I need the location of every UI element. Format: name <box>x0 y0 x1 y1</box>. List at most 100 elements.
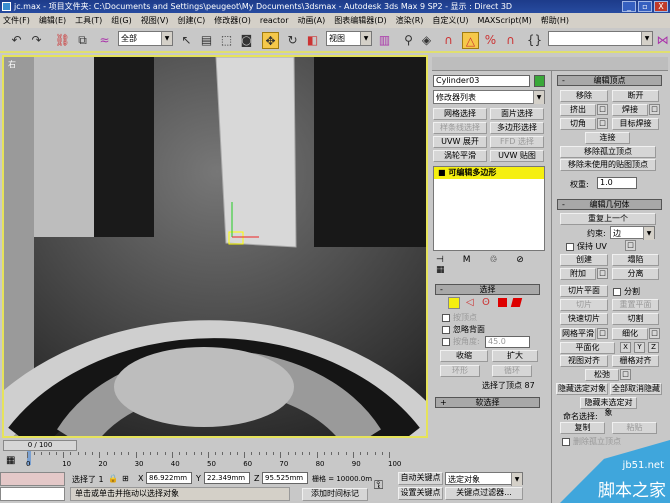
soft-selection-rollout[interactable]: + 软选择 <box>435 397 540 408</box>
maxscript-listener-mini[interactable] <box>0 472 65 486</box>
object-color-swatch[interactable] <box>534 75 545 87</box>
viewport-right[interactable]: 右 <box>2 55 428 438</box>
angle-field[interactable]: 45.0 <box>485 336 530 348</box>
time-slider[interactable]: 0 / 100 <box>3 440 77 451</box>
grow-button[interactable]: 扩大 <box>492 350 538 362</box>
loop-button[interactable]: 循环 <box>492 365 532 377</box>
maxscript-output-mini[interactable] <box>0 487 65 501</box>
menu-help[interactable]: 帮助(H) <box>541 13 569 28</box>
unhide-all-button[interactable]: 全部取消隐藏 <box>610 383 662 395</box>
remove-isolated-vertices-button[interactable]: 移除孤立顶点 <box>560 146 656 158</box>
weight-field[interactable]: 1.0 <box>597 177 637 189</box>
repeat-last-button[interactable]: 重复上一个 <box>560 213 656 225</box>
absolute-mode-icon[interactable]: ⊞ <box>122 474 129 483</box>
make-planar-button[interactable]: 平面化 <box>560 342 615 354</box>
viewport-label[interactable]: 右 <box>8 59 16 70</box>
auto-key-button[interactable]: 自动关键点 <box>398 472 443 485</box>
vertex-mode-icon[interactable] <box>448 297 460 309</box>
edit-vertices-rollout[interactable]: - 编辑顶点 <box>557 75 662 86</box>
uvw-unwrap-button[interactable]: UVW 展开 <box>433 136 487 148</box>
x-coord-field[interactable]: 86.922mm <box>146 472 192 484</box>
lock-icon[interactable]: 🔒 <box>108 474 118 483</box>
attach-button[interactable]: 附加 <box>560 268 596 280</box>
weld-button[interactable]: 焊接 <box>612 104 648 116</box>
select-manipulate-icon[interactable]: ⚲ <box>400 32 417 49</box>
selection-rollout[interactable]: - 选择 <box>435 284 540 295</box>
menu-reactor[interactable]: reactor <box>260 13 289 28</box>
poly-select-button[interactable]: 多边形选择 <box>490 122 544 134</box>
menu-modifiers[interactable]: 修改器(O) <box>214 13 251 28</box>
y-coord-field[interactable]: 22.349mm <box>204 472 250 484</box>
object-name-field[interactable]: Cylinder03 <box>433 75 530 87</box>
cut-button[interactable]: 切割 <box>612 313 659 325</box>
planar-y-button[interactable]: Y <box>634 342 645 353</box>
pivot-center-icon[interactable]: ▥ <box>376 32 393 49</box>
key-mode-dropdown[interactable]: 选定对象 ▼ <box>445 472 523 486</box>
close-button[interactable]: X <box>654 1 668 12</box>
extrude-button[interactable]: 挤出 <box>560 104 596 116</box>
mirror-icon[interactable]: ⋈ <box>654 32 670 49</box>
ffd-select-button[interactable]: FFD 选择 <box>490 136 544 148</box>
keyboard-shortcut-icon[interactable]: ◈ <box>418 32 435 49</box>
stack-item-editable-poly[interactable]: ■ 可编辑多边形 <box>434 167 544 179</box>
ring-button[interactable]: 环形 <box>440 365 480 377</box>
menu-maxscript[interactable]: MAXScript(M) <box>478 13 532 28</box>
selection-filter-dropdown[interactable]: 全部 ▼ <box>118 31 173 46</box>
menu-file[interactable]: 文件(F) <box>3 13 30 28</box>
menu-create[interactable]: 创建(C) <box>177 13 205 28</box>
delete-isolated-checkbox[interactable]: 删除孤立顶点 <box>562 436 621 447</box>
maximize-button[interactable]: ▫ <box>638 1 652 12</box>
by-vertex-checkbox[interactable]: 按顶点 <box>442 312 477 323</box>
edge-mode-icon[interactable]: ◁ <box>466 297 474 308</box>
reset-plane-button[interactable]: 重置平面 <box>612 299 659 311</box>
spinner-snap-icon[interactable]: ∩ <box>502 32 519 49</box>
angle-snap-icon[interactable]: △ <box>462 32 479 49</box>
split-checkbox[interactable]: 分割 <box>613 286 640 297</box>
slice-button[interactable]: 切片 <box>560 299 608 311</box>
select-object-icon[interactable]: ↖ <box>178 32 195 49</box>
hide-selected-button[interactable]: 隐藏选定对象 <box>556 383 608 395</box>
tessellate-button[interactable]: 细化 <box>612 328 648 340</box>
view-align-button[interactable]: 视图对齐 <box>560 355 608 367</box>
break-button[interactable]: 断开 <box>612 90 659 102</box>
rect-selection-icon[interactable]: ⬚ <box>218 32 235 49</box>
link-icon[interactable]: ⛓ <box>54 32 71 49</box>
menu-edit[interactable]: 编辑(E) <box>39 13 66 28</box>
scale-icon[interactable]: ◧ <box>304 32 321 49</box>
polygon-mode-icon[interactable] <box>498 298 507 307</box>
chamfer-settings-icon[interactable]: □ <box>597 118 608 129</box>
relax-settings-icon[interactable]: □ <box>620 369 631 380</box>
collapse-button[interactable]: 塌陷 <box>612 254 659 266</box>
z-coord-field[interactable]: 95.525mm <box>262 472 308 484</box>
spline-select-button[interactable]: 样条线选择 <box>433 122 487 134</box>
patch-select-button[interactable]: 面片选择 <box>490 108 544 120</box>
grid-align-button[interactable]: 栅格对齐 <box>612 355 659 367</box>
detach-button[interactable]: 分离 <box>612 268 659 280</box>
key-filters-button[interactable]: 关键点过滤器... <box>445 487 523 500</box>
meshsmooth-settings-icon[interactable]: □ <box>597 328 608 339</box>
planar-z-button[interactable]: Z <box>648 342 659 353</box>
menu-graph-editors[interactable]: 图表编辑器(D) <box>334 13 386 28</box>
attach-settings-icon[interactable]: □ <box>597 268 608 279</box>
uvw-map-button[interactable]: UVW 贴图 <box>490 150 544 162</box>
planar-x-button[interactable]: X <box>620 342 631 353</box>
minimize-button[interactable]: _ <box>622 1 636 12</box>
border-mode-icon[interactable]: ʘ <box>482 297 490 308</box>
percent-snap-icon[interactable]: % <box>482 32 499 49</box>
constraint-dropdown[interactable]: 边 ▼ <box>610 226 655 240</box>
remove-button[interactable]: 移除 <box>560 90 608 102</box>
chamfer-button[interactable]: 切角 <box>560 118 596 130</box>
redo-icon[interactable]: ↷ <box>28 32 45 49</box>
rotate-icon[interactable]: ↻ <box>284 32 301 49</box>
menu-customize[interactable]: 自定义(U) <box>432 13 468 28</box>
set-key-button[interactable]: 设置关键点 <box>398 487 443 500</box>
undo-icon[interactable]: ↶ <box>8 32 25 49</box>
add-time-tag-button[interactable]: 添加时间标记 <box>302 488 368 501</box>
extrude-settings-icon[interactable]: □ <box>597 104 608 115</box>
stack-tools[interactable]: ⊣ M ♲ ⊘ ▦ <box>436 255 544 275</box>
named-selection-dropdown[interactable]: ▼ <box>548 31 653 46</box>
menu-group[interactable]: 组(G) <box>111 13 131 28</box>
weld-settings-icon[interactable]: □ <box>649 104 660 115</box>
turbosmooth-button[interactable]: 涡轮平滑 <box>433 150 487 162</box>
element-mode-icon[interactable] <box>510 298 523 307</box>
